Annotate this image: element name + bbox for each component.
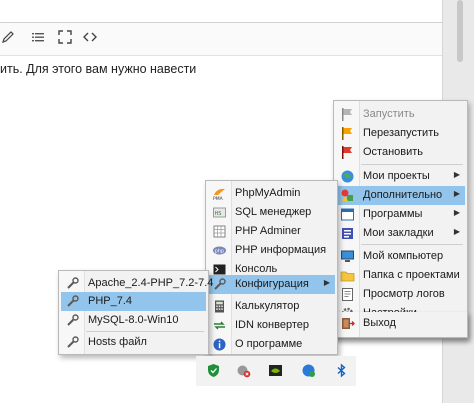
submenu-arrow-icon: ▶: [453, 189, 460, 198]
system-tray: [196, 356, 356, 386]
submenu-arrow-icon: ▶: [453, 227, 460, 236]
main-context-menu-bottom: Выход: [333, 312, 468, 338]
menu-item-label: Мои закладки: [363, 227, 434, 239]
code-icon[interactable]: [82, 30, 98, 46]
menu-item-my-computer[interactable]: Мой компьютер: [336, 247, 465, 266]
bookmarks-icon: [340, 226, 355, 241]
extra-submenu: PMA PhpMyAdmin HS SQL менеджер PHP Admin…: [205, 180, 338, 355]
wrench-icon: [65, 276, 80, 291]
menu-item-stop[interactable]: Остановить: [336, 143, 465, 162]
menu-item-calculator[interactable]: Калькулятор: [208, 297, 335, 316]
sql-manager-icon: HS: [212, 205, 227, 220]
editor-topbar: [0, 0, 442, 23]
list-icon[interactable]: [30, 30, 46, 46]
menu-item-label: Мои проекты: [363, 170, 430, 182]
folder-icon: [340, 268, 355, 283]
menu-item-label: PHP Adminer: [235, 225, 301, 237]
menu-item-label: PHP информация: [235, 244, 327, 256]
menu-item-label: Остановить: [363, 146, 424, 158]
menu-item-php-info[interactable]: php PHP информация: [208, 241, 335, 260]
menu-item-projects-folder[interactable]: Папка с проектами: [336, 266, 465, 285]
menu-item-about[interactable]: О программе: [208, 335, 335, 354]
menu-item-label: MySQL-8.0-Win10: [88, 314, 179, 326]
menu-item-apache-config[interactable]: Apache_2.4-PHP_7.2-7.4: [61, 274, 213, 293]
fullscreen-icon[interactable]: [57, 30, 73, 46]
flag-red-icon: [340, 145, 355, 160]
calculator-icon: [212, 299, 227, 314]
speaker-muted-icon[interactable]: [236, 363, 251, 378]
svg-text:PMA: PMA: [213, 196, 224, 201]
menu-item-programs[interactable]: Программы ▶: [336, 205, 465, 224]
menu-separator: [361, 244, 463, 245]
menu-item-my-projects[interactable]: Мои проекты ▶: [336, 167, 465, 186]
menu-item-phpmyadmin[interactable]: PMA PhpMyAdmin: [208, 184, 335, 203]
menu-item-bookmarks[interactable]: Мои закладки ▶: [336, 224, 465, 243]
svg-text:php: php: [215, 248, 224, 254]
menu-item-hosts-file[interactable]: Hosts файл: [61, 333, 206, 352]
wrench-icon: [65, 335, 80, 350]
menu-item-configuration[interactable]: Конфигурация ▶: [208, 275, 335, 294]
menu-item-exit[interactable]: Выход: [336, 314, 465, 333]
bluetooth-icon[interactable]: [334, 363, 349, 378]
menu-item-label: Конфигурация: [235, 278, 309, 290]
phpmyadmin-icon: PMA: [212, 186, 227, 202]
menu-item-label: О программе: [235, 338, 303, 350]
menu-item-label: Дополнительно: [363, 189, 443, 201]
menu-item-label: Apache_2.4-PHP_7.2-7.4: [88, 277, 214, 289]
menu-item-php-config[interactable]: PHP_7.4: [61, 292, 206, 311]
menu-item-label: Программы: [363, 208, 423, 220]
menu-item-view-logs[interactable]: Просмотр логов: [336, 285, 465, 304]
submenu-arrow-icon: ▶: [323, 278, 330, 287]
submenu-arrow-icon: ▶: [453, 170, 460, 179]
menu-item-php-adminer[interactable]: PHP Adminer: [208, 222, 335, 241]
wrench-icon: [65, 294, 80, 309]
menu-item-sql-manager[interactable]: HS SQL менеджер: [208, 203, 335, 222]
php-info-icon: php: [212, 243, 227, 258]
nvidia-icon[interactable]: [268, 363, 283, 378]
menu-item-label: PhpMyAdmin: [235, 187, 301, 199]
menu-item-label: SQL менеджер: [235, 206, 312, 218]
shapes-icon: [340, 188, 355, 203]
menu-separator: [86, 331, 204, 332]
flag-gray-icon: [340, 107, 355, 122]
submenu-arrow-icon: ▶: [453, 208, 460, 217]
network-icon[interactable]: [301, 363, 316, 378]
menu-item-label: Перезапустить: [363, 127, 439, 139]
pencil-icon[interactable]: [0, 30, 16, 46]
menu-item-label: Мой компьютер: [363, 250, 444, 262]
menu-item-restart[interactable]: Перезапустить: [336, 124, 465, 143]
main-context-menu: Запустить Перезапустить Остановить Мои п…: [333, 100, 468, 339]
menu-item-label: Hosts файл: [88, 336, 147, 348]
monitor-icon: [340, 249, 355, 264]
menu-separator: [361, 164, 463, 165]
menu-item-label: IDN конвертер: [235, 319, 309, 331]
info-icon: [212, 337, 227, 352]
globe-icon: [340, 169, 355, 184]
window-icon: [340, 207, 355, 222]
idn-icon: [212, 318, 227, 333]
menu-item-label: PHP_7.4: [88, 295, 133, 307]
svg-text:HS: HS: [215, 211, 222, 217]
wrench-icon: [65, 313, 80, 328]
defender-shield-icon[interactable]: [206, 363, 221, 378]
menu-item-idn-converter[interactable]: IDN конвертер: [208, 316, 335, 335]
editor-toolbar: [0, 23, 442, 56]
exit-icon: [340, 316, 355, 331]
menu-item-label: Консоль: [235, 263, 278, 275]
menu-item-label: Просмотр логов: [363, 288, 445, 300]
menu-item-start[interactable]: Запустить: [336, 105, 465, 124]
log-icon: [340, 287, 355, 302]
menu-item-label: Выход: [363, 317, 396, 329]
flag-orange-icon: [340, 126, 355, 141]
menu-item-mysql-config[interactable]: MySQL-8.0-Win10: [61, 311, 206, 330]
scrollbar[interactable]: [457, 0, 463, 62]
menu-item-label: Калькулятор: [235, 300, 300, 312]
adminer-icon: [212, 224, 227, 239]
configuration-submenu: Apache_2.4-PHP_7.2-7.4 PHP_7.4 MySQL-8.0…: [58, 270, 213, 355]
wrench-icon: [212, 277, 227, 292]
menu-item-label: Запустить: [363, 108, 415, 120]
menu-item-additional[interactable]: Дополнительно ▶: [336, 186, 465, 205]
menu-item-label: Папка с проектами: [363, 269, 460, 281]
editor-text-line: ить. Для этого вам нужно навести: [0, 62, 197, 76]
